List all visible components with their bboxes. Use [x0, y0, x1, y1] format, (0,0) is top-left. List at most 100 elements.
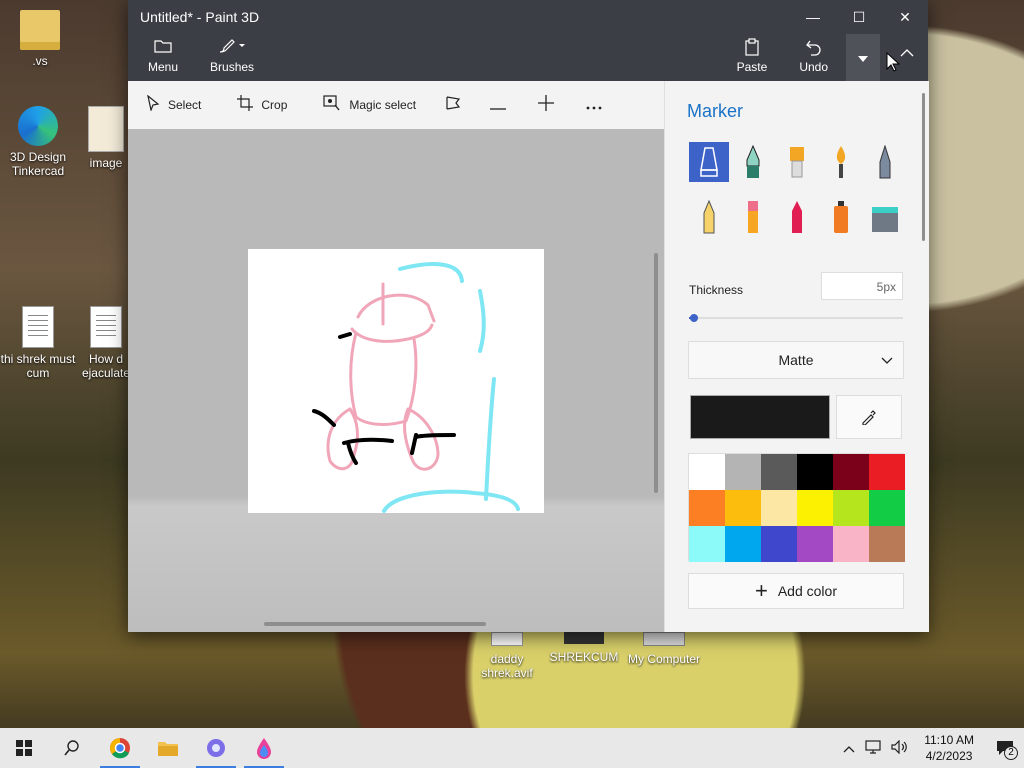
mouse-cursor-icon	[886, 52, 900, 72]
brushes-button[interactable]: Brushes	[188, 38, 264, 81]
close-button[interactable]: ✕	[882, 0, 928, 34]
more-tools-button[interactable]	[570, 97, 618, 114]
watercolor-brush[interactable]	[821, 142, 861, 182]
workspace[interactable]	[128, 129, 664, 632]
marker-icon	[700, 147, 718, 177]
thickness-input[interactable]: 5px	[821, 272, 903, 300]
crop-label: Crop	[261, 98, 288, 112]
taskbar-paint3d[interactable]	[240, 728, 288, 768]
marker-brush[interactable]	[689, 142, 729, 182]
crayon-brush[interactable]	[777, 197, 817, 237]
flip-tool[interactable]	[434, 96, 474, 114]
minimize-button[interactable]: —	[790, 0, 836, 34]
watercolor-brush-icon	[836, 146, 846, 178]
desktop-icon-label: image	[89, 156, 123, 170]
zoom-out-button[interactable]	[474, 97, 522, 114]
desktop-icon-vs[interactable]: .vs	[2, 10, 78, 68]
magic-select-tool[interactable]: Magic select	[305, 95, 434, 115]
undo-button[interactable]: Undo	[789, 38, 838, 81]
panel-scrollbar[interactable]	[922, 93, 925, 241]
taskbar-app[interactable]	[192, 728, 240, 768]
pixel-pen-brush[interactable]	[865, 142, 905, 182]
volume-icon[interactable]	[886, 739, 912, 757]
select-tool[interactable]: Select	[128, 94, 219, 115]
desktop-icon-label: 3D Design Tinkercad	[9, 150, 67, 178]
color-swatch[interactable]	[761, 454, 797, 490]
spray-can-icon	[834, 201, 848, 233]
clock-time: 11:10 AM	[924, 733, 974, 747]
color-swatch[interactable]	[869, 526, 905, 562]
vertical-scrollbar[interactable]	[654, 253, 658, 493]
color-swatch[interactable]	[833, 490, 869, 526]
desktop-icon-image[interactable]: image	[76, 106, 136, 170]
menu-button[interactable]: Menu	[128, 38, 188, 81]
oil-brush-icon	[790, 147, 804, 178]
color-swatch[interactable]	[869, 490, 905, 526]
search-icon	[64, 740, 79, 756]
taskbar-file-explorer[interactable]	[144, 728, 192, 768]
eraser-brush[interactable]	[733, 197, 773, 237]
chrome-icon	[110, 738, 130, 759]
paste-button[interactable]: Paste	[727, 38, 778, 81]
eyedropper-button[interactable]	[836, 395, 902, 439]
color-swatch[interactable]	[689, 454, 725, 490]
finish-dropdown[interactable]: Matte	[688, 341, 904, 379]
color-swatch[interactable]	[797, 526, 833, 562]
add-color-button[interactable]: + Add color	[688, 573, 904, 609]
edge-icon	[18, 106, 58, 146]
desktop-icon-label: thi shrek must cum	[0, 352, 76, 380]
color-swatch[interactable]	[689, 526, 725, 562]
horizontal-scrollbar[interactable]	[264, 622, 486, 626]
color-swatch[interactable]	[869, 454, 905, 490]
magic-select-icon	[323, 95, 341, 115]
color-swatch[interactable]	[725, 526, 761, 562]
title-bar[interactable]: Untitled* - Paint 3D — ☐ ✕	[128, 0, 928, 34]
taskbar-chrome[interactable]	[96, 728, 144, 768]
windows-logo-icon	[16, 740, 32, 756]
desktop-icon-tinkercad[interactable]: 3D Design Tinkercad	[0, 106, 76, 178]
desktop-icon-thi-shrek[interactable]: thi shrek must cum	[0, 306, 76, 380]
desktop-icon-how-d[interactable]: How d ejaculate	[76, 306, 136, 380]
fill-brush[interactable]	[865, 197, 905, 237]
chevron-down-icon	[881, 353, 893, 367]
color-swatch[interactable]	[833, 526, 869, 562]
color-swatch[interactable]	[833, 454, 869, 490]
minus-icon	[490, 97, 507, 114]
desktop-icon-my-computer[interactable]: My Computer	[624, 632, 704, 666]
crop-tool[interactable]: Crop	[219, 95, 305, 115]
crayon-icon	[792, 201, 802, 233]
thickness-slider[interactable]	[689, 314, 903, 322]
more-options-dropdown[interactable]	[846, 34, 880, 81]
start-button[interactable]	[0, 728, 48, 768]
clock[interactable]: 11:10 AM 4/2/2023	[912, 732, 986, 764]
color-swatch[interactable]	[797, 454, 833, 490]
spray-can-brush[interactable]	[821, 197, 861, 237]
calligraphy-pen-brush[interactable]	[733, 142, 773, 182]
maximize-button[interactable]: ☐	[836, 0, 882, 34]
oil-brush[interactable]	[777, 142, 817, 182]
pencil-brush[interactable]	[689, 197, 729, 237]
collapse-ribbon-button[interactable]	[900, 46, 914, 60]
brush-panel: Marker Thickness 5px Matte + Add color	[664, 81, 929, 632]
desktop-icon-daddy-shrek[interactable]: daddy shrek.avif	[470, 632, 544, 680]
chevron-up-icon[interactable]	[838, 741, 860, 756]
notification-center-button[interactable]: 2	[986, 740, 1024, 760]
desktop-icon-label: .vs	[32, 54, 48, 68]
desktop-icon-shrekcum[interactable]: SHREKCUM	[548, 632, 620, 664]
color-swatch[interactable]	[725, 454, 761, 490]
current-color-swatch[interactable]	[690, 395, 830, 439]
folder-icon	[154, 38, 172, 60]
network-icon[interactable]	[860, 739, 886, 757]
zoom-in-button[interactable]	[522, 95, 570, 115]
color-swatch[interactable]	[725, 490, 761, 526]
color-swatch[interactable]	[761, 526, 797, 562]
drawing-canvas[interactable]	[248, 249, 544, 513]
search-button[interactable]	[48, 728, 96, 768]
color-swatch[interactable]	[689, 490, 725, 526]
eraser-icon	[748, 201, 758, 233]
thickness-slider-thumb[interactable]	[690, 314, 699, 322]
notification-count-badge: 2	[1004, 746, 1018, 760]
window-title: Untitled* - Paint 3D	[140, 9, 260, 25]
color-swatch[interactable]	[761, 490, 797, 526]
color-swatch[interactable]	[797, 490, 833, 526]
